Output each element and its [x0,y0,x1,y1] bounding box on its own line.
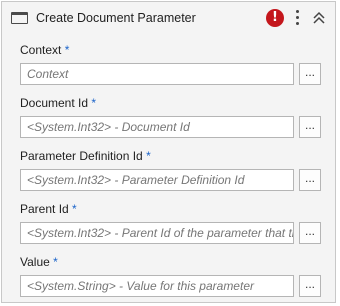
field-label: Context [20,43,62,57]
more-vertical-icon[interactable] [292,9,304,27]
value-input[interactable]: <System.String> - Value for this paramet… [20,275,294,297]
field-label: Value [20,255,50,269]
activity-title: Create Document Parameter [36,11,196,25]
required-marker: * [72,202,77,216]
field-label: Parameter Definition Id [20,149,143,163]
document-id-browse-button[interactable]: ... [299,116,321,138]
parent-id-browse-button[interactable]: ... [299,222,321,244]
double-chevron-up-icon[interactable] [311,8,327,28]
field-parameter-definition-id: Parameter Definition Id * <System.Int32>… [20,149,323,199]
parameter-definition-id-input[interactable]: <System.Int32> - Parameter Definition Id [20,169,294,191]
field-label: Document Id [20,96,89,110]
activity-header[interactable]: Create Document Parameter ! [2,2,335,34]
field-value: Value * <System.String> - Value for this… [20,255,323,305]
required-marker: * [91,96,97,110]
context-browse-button[interactable]: ... [299,63,321,85]
parameter-definition-id-browse-button[interactable]: ... [299,169,321,191]
document-id-input[interactable]: <System.Int32> - Document Id [20,116,294,138]
activity-panel: Create Document Parameter ! Context * Co… [1,1,336,303]
required-marker: * [53,255,58,269]
field-parent-id: Parent Id * <System.Int32> - Parent Id o… [20,202,323,252]
field-label: Parent Id [20,202,69,216]
activity-body: Context * Context ... Document Id * <Sys… [2,34,335,302]
required-marker: * [146,149,151,163]
error-icon[interactable]: ! [266,9,284,27]
field-document-id: Document Id * <System.Int32> - Document … [20,96,323,146]
required-marker: * [64,43,70,57]
activity-icon [11,12,28,24]
parent-id-input[interactable]: <System.Int32> - Parent Id of the parame… [20,222,294,244]
value-browse-button[interactable]: ... [299,275,321,297]
field-context: Context * Context ... [20,43,323,93]
context-input[interactable]: Context [20,63,294,85]
